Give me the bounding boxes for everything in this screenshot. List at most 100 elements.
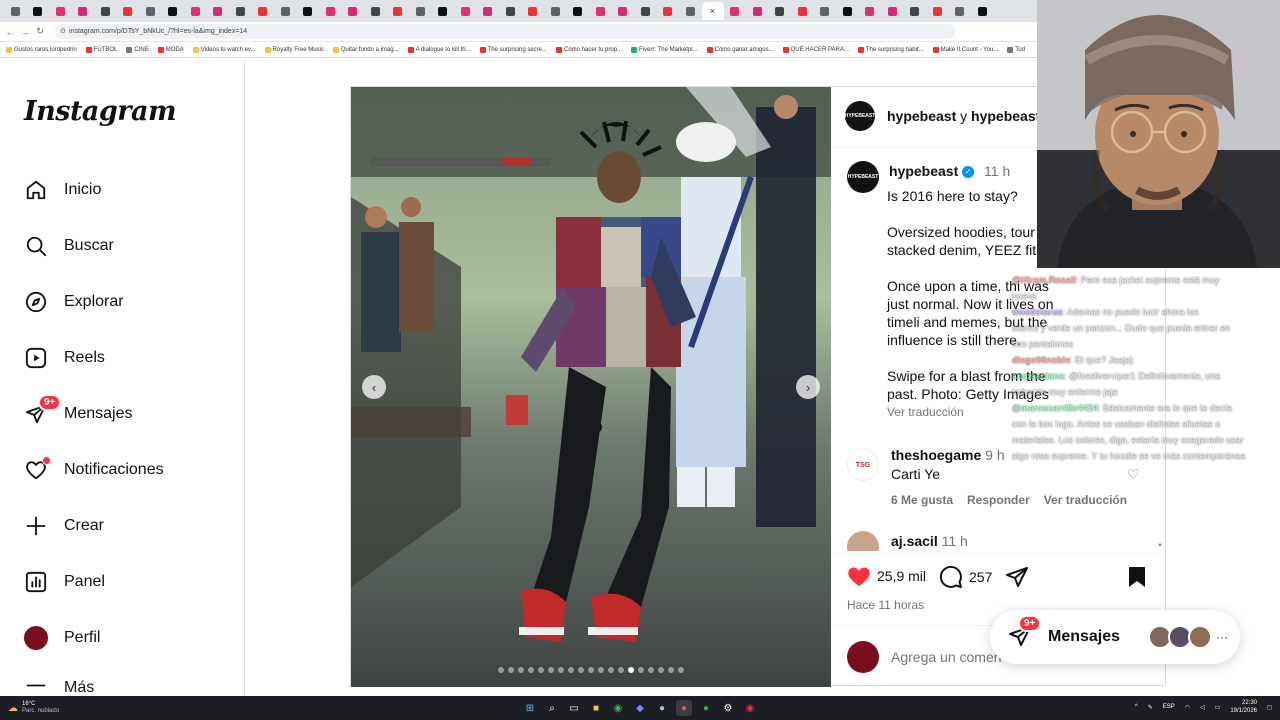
share-button[interactable] [1005,566,1029,588]
browser-tab[interactable] [679,2,702,20]
site-info-icon[interactable]: ⊙ [60,24,66,39]
browser-tab[interactable] [297,2,320,20]
browser-tab[interactable] [836,2,859,20]
browser-tab[interactable] [454,2,477,20]
bookmark-item[interactable]: Gustos raros lordpedrin [6,46,77,53]
task-view-icon[interactable]: ▭ [566,700,582,716]
bookmark-item[interactable]: Fiverr: The Marketpl... [631,46,698,53]
browser-tab[interactable] [769,2,792,20]
browser-tab[interactable] [926,2,949,20]
comment-reply-button[interactable]: Responder [967,493,1030,507]
browser-tab[interactable] [544,2,567,20]
browser-tab[interactable] [274,2,297,20]
back-icon[interactable]: ← [4,26,16,38]
browser-tab[interactable] [252,2,275,20]
browser-tab[interactable] [904,2,927,20]
bookmark-item[interactable]: Cómo hacer tu prop... [556,46,622,53]
reload-icon[interactable]: ↻ [34,26,46,38]
commenter-avatar[interactable] [847,531,879,551]
battery-icon[interactable]: ▭ [1215,704,1221,711]
bookmark-item[interactable]: Videos to watch ev... [192,46,256,53]
browser-tab[interactable] [94,2,117,20]
like-button[interactable]: 25,9 mil [847,565,926,587]
bookmark-item[interactable]: Royalty Free Music [264,46,324,53]
bookmark-item[interactable]: MODA [157,46,184,53]
browser-tab[interactable] [522,2,545,20]
browser-tab[interactable] [342,2,365,20]
browser-tab[interactable] [881,2,904,20]
browser-tab[interactable] [229,2,252,20]
url-field[interactable]: ⊙ instagram.com/p/DTsY_bNkUc_/?hl=es-la&i… [55,24,955,39]
browser-tab[interactable] [162,2,185,20]
comment-author[interactable]: aj.sacil [891,533,938,549]
browser-tab[interactable] [949,2,972,20]
sidebar-item-inicio[interactable]: Inicio [24,175,101,205]
sidebar-item-notificaciones[interactable]: Notificaciones [24,455,164,485]
sidebar-item-reels[interactable]: Reels [24,343,105,373]
browser-tab[interactable] [971,2,994,20]
app-icon[interactable]: ◉ [742,700,758,716]
browser-tab[interactable] [612,2,635,20]
browser-tab[interactable] [387,2,410,20]
header-collab-link[interactable]: hypebeast [971,108,1040,124]
obs-icon[interactable]: ● [676,700,692,716]
commenter-avatar[interactable]: TSG [847,449,879,481]
browser-tab[interactable] [49,2,72,20]
save-button[interactable] [1127,566,1147,588]
browser-tab[interactable] [4,2,27,20]
volume-icon[interactable]: ◁ [1200,704,1205,711]
carousel-prev-button[interactable]: ‹ [362,375,386,399]
language-indicator[interactable]: ESP [1163,704,1175,710]
sidebar-item-explorar[interactable]: Explorar [24,287,124,317]
browser-tab[interactable] [477,2,500,20]
carousel-next-button[interactable]: › [796,375,820,399]
browser-tab[interactable] [409,2,432,20]
bookmark-item[interactable]: FÚTBOL [85,46,117,53]
browser-tab[interactable] [791,2,814,20]
comment-like-icon[interactable]: ♡ [1127,466,1140,483]
sidebar-item-crear[interactable]: Crear [24,511,104,541]
clock[interactable]: 22:30 19/1/2026 [1230,699,1257,715]
bookmark-item[interactable]: Cómo ganar amigos... [706,46,774,53]
browser-tab[interactable] [432,2,455,20]
browser-tab[interactable] [72,2,95,20]
bookmark-item[interactable]: Quitar fondo a imag... [332,46,399,53]
browser-tab[interactable] [207,2,230,20]
forward-icon[interactable]: → [19,26,31,38]
chevron-up-icon[interactable]: ^ [1135,704,1138,710]
instagram-logo[interactable]: Instagram [24,96,177,127]
browser-tab[interactable] [364,2,387,20]
browser-tab[interactable] [184,2,207,20]
comment-likes[interactable]: 6 Me gusta [891,493,953,507]
comment-translate-link[interactable]: Ver traducción [1044,493,1127,507]
chrome-icon[interactable]: ◉ [610,700,626,716]
weather-widget[interactable]: ☁ 16°C Parc. nublado [8,701,59,715]
browser-tab[interactable] [27,2,50,20]
browser-tab[interactable] [117,2,140,20]
browser-tab[interactable] [746,2,769,20]
steam-icon[interactable]: ● [654,700,670,716]
windows-start-icon[interactable]: ⊞ [522,700,538,716]
scroll-down-arrow[interactable]: ▼ [1157,543,1163,549]
spotify-icon[interactable]: ● [698,700,714,716]
browser-tab[interactable] [859,2,882,20]
browser-tab[interactable] [499,2,522,20]
bookmark-item[interactable]: Make It Count - You... [932,46,998,53]
bookmark-item[interactable]: Tod [1007,46,1025,53]
messages-floating-button[interactable]: 9+ Mensajes ··· [990,610,1240,664]
caption-author[interactable]: hypebeast [889,163,958,179]
browser-tab[interactable] [634,2,657,20]
browser-tab[interactable] [657,2,680,20]
bookmark-item[interactable]: QUÉ HACER PARA... [782,46,849,53]
post-photo[interactable]: ‹ › [351,87,831,687]
browser-tab[interactable] [567,2,590,20]
bookmark-item[interactable]: The surprising secre... [479,46,547,53]
header-author-link[interactable]: hypebeast [887,108,956,124]
sidebar-item-panel[interactable]: Panel [24,567,105,597]
bookmark-item[interactable]: The surprising habit... [857,46,924,53]
browser-tab[interactable] [319,2,342,20]
more-icon[interactable]: ··· [1216,630,1228,644]
browser-tab[interactable] [814,2,837,20]
settings-icon[interactable]: ⚙ [720,700,736,716]
sidebar-item-mensajes[interactable]: 9+ Mensajes [24,394,132,429]
